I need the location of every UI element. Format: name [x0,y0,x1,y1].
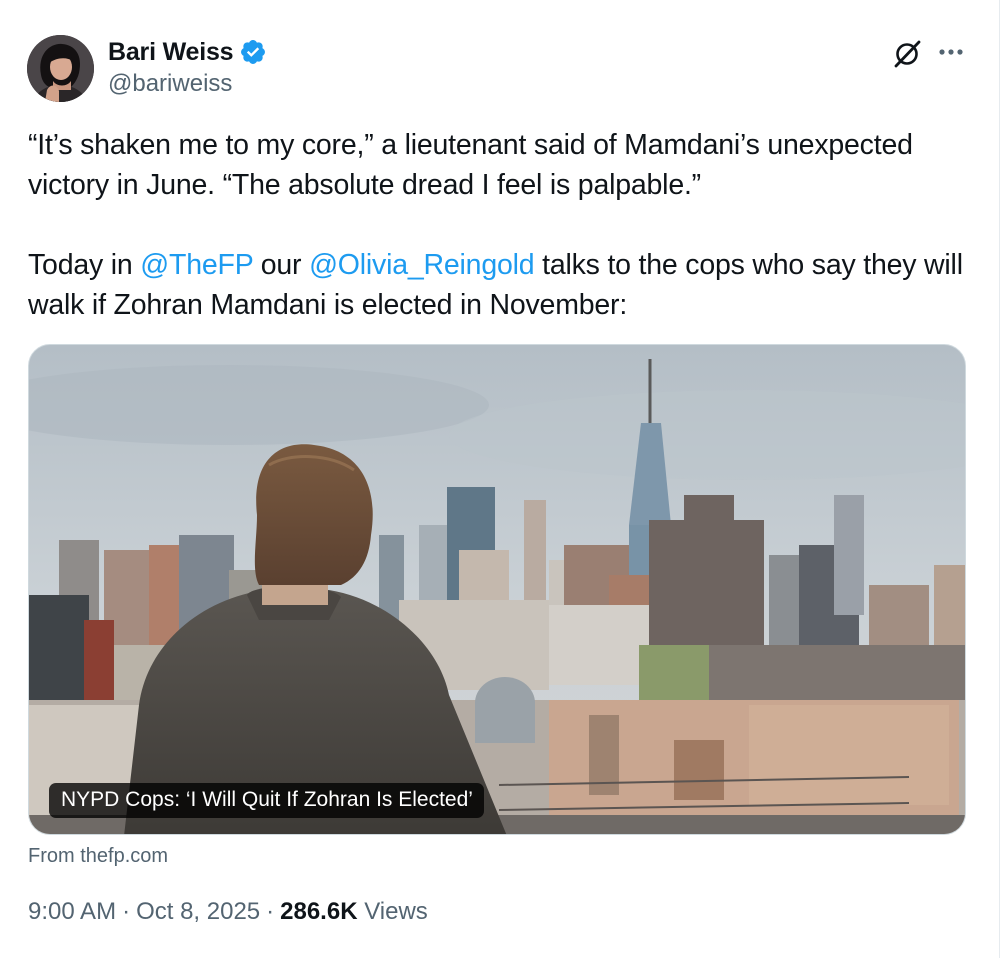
card-image [29,345,965,834]
author-name-row[interactable]: Bari Weiss [108,36,267,68]
author-handle[interactable]: @bariweiss [108,70,232,98]
tweet-time[interactable]: 9:00 AM [28,898,116,925]
card-source-link[interactable]: From thefp.com [28,845,168,868]
tweet-paragraph-2: Today in @TheFP our @Olivia_Reingold tal… [28,245,968,325]
more-options-icon[interactable] [936,37,966,67]
mention-link-olivia-reingold[interactable]: @Olivia_Reingold [309,249,535,281]
tweet-date[interactable]: Oct 8, 2025 [136,898,260,925]
tweet-text-segment: Today in [28,249,141,281]
views-count[interactable]: 286.6K [280,898,357,925]
tweet-text-segment: our [253,249,310,281]
card-title: NYPD Cops: ‘I Will Quit If Zohran Is Ele… [49,783,484,818]
verified-badge-icon[interactable] [239,38,267,66]
tweet: Bari Weiss @bariweiss “It’s shaken me to… [0,0,1000,958]
tweet-text: “It’s shaken me to my core,” a lieutenan… [28,125,968,325]
separator-dot: · [122,898,131,925]
tweet-meta: 9:00 AM · Oct 8, 2025 · 286.6K Views [28,898,428,926]
tweet-paragraph-1: “It’s shaken me to my core,” a lieutenan… [28,129,913,201]
views-label[interactable]: Views [364,898,428,925]
grok-icon[interactable] [890,37,924,71]
author-display-name[interactable]: Bari Weiss [108,38,234,67]
avatar-image [27,35,94,102]
avatar[interactable] [27,35,94,102]
link-card[interactable]: NYPD Cops: ‘I Will Quit If Zohran Is Ele… [28,344,966,835]
separator-dot: · [266,898,275,925]
mention-link-thefp[interactable]: @TheFP [140,249,253,281]
